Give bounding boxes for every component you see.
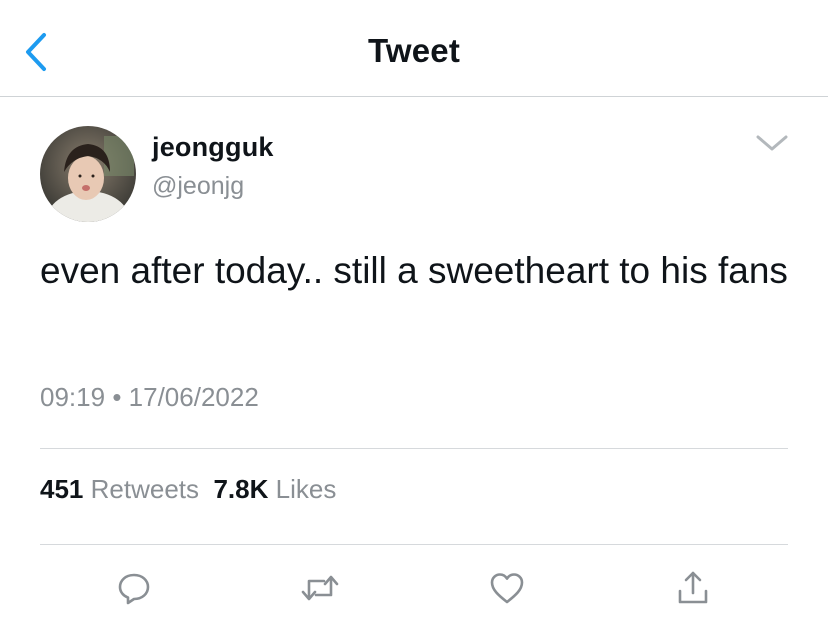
tweet-time: 09:19 — [40, 382, 106, 412]
share-icon — [678, 571, 708, 604]
reply-icon — [118, 573, 150, 605]
divider — [40, 448, 788, 449]
retweet-button[interactable] — [298, 566, 342, 610]
retweets-count: 451 — [40, 474, 84, 504]
avatar[interactable] — [40, 126, 136, 222]
tweet-text: even after today.. still a sweetheart to… — [40, 250, 788, 291]
tweet-timestamp: 09:19 • 17/06/2022 — [40, 382, 259, 413]
author-display-name[interactable]: jeongguk — [152, 132, 274, 163]
reply-button[interactable] — [112, 566, 156, 610]
tweet-date: 17/06/2022 — [128, 382, 259, 412]
divider — [40, 544, 788, 545]
share-button[interactable] — [671, 566, 715, 610]
like-button[interactable] — [485, 566, 529, 610]
likes-label: Likes — [275, 474, 337, 504]
author-handle[interactable]: @jeonjg — [152, 172, 244, 201]
retweets-label: Retweets — [90, 474, 200, 504]
chevron-down-icon — [756, 135, 788, 151]
retweet-icon — [301, 575, 339, 601]
timestamp-separator: • — [112, 382, 122, 412]
page-title: Tweet — [367, 32, 461, 69]
retweets-stat[interactable]: 451 Retweets — [40, 474, 199, 504]
heart-icon — [490, 573, 524, 604]
likes-stat[interactable]: 7.8K Likes — [213, 474, 336, 504]
avatar-image — [40, 126, 136, 222]
likes-count: 7.8K — [213, 474, 269, 504]
top-bar: Tweet — [0, 0, 828, 97]
engagement-stats: 451 Retweets 7.8K Likes — [40, 474, 336, 505]
more-options-button[interactable] — [752, 128, 792, 158]
